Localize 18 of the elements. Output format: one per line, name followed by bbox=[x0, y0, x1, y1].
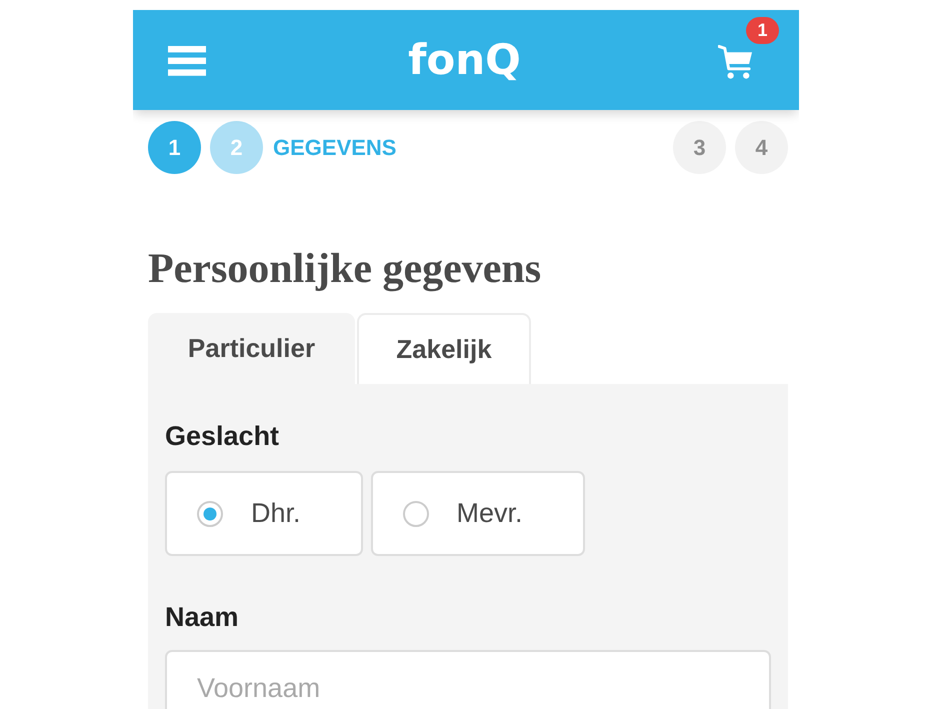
step-circle: 2 bbox=[210, 121, 263, 174]
menu-button[interactable] bbox=[168, 44, 206, 76]
cart-button[interactable] bbox=[718, 44, 753, 80]
field-label: Naam bbox=[165, 601, 239, 633]
step-circle: 4 bbox=[735, 121, 788, 174]
step-circle: 3 bbox=[673, 121, 726, 174]
gender-option[interactable]: Dhr. bbox=[165, 471, 363, 556]
cart-icon bbox=[718, 44, 753, 80]
step-label: GEGEVENS bbox=[273, 134, 396, 160]
tab[interactable]: Zakelijk bbox=[357, 313, 531, 384]
tab[interactable]: Particulier bbox=[148, 313, 355, 384]
page-title: Persoonlijke gegevens bbox=[147, 245, 542, 293]
first-name-field[interactable]: Voornaam bbox=[165, 650, 771, 709]
field-label: Geslacht bbox=[165, 420, 280, 452]
menu-icon bbox=[168, 46, 206, 76]
gender-option[interactable]: Mevr. bbox=[370, 471, 585, 556]
step-circle: 1 bbox=[148, 121, 201, 174]
cart-count-badge: 1 bbox=[746, 16, 779, 44]
